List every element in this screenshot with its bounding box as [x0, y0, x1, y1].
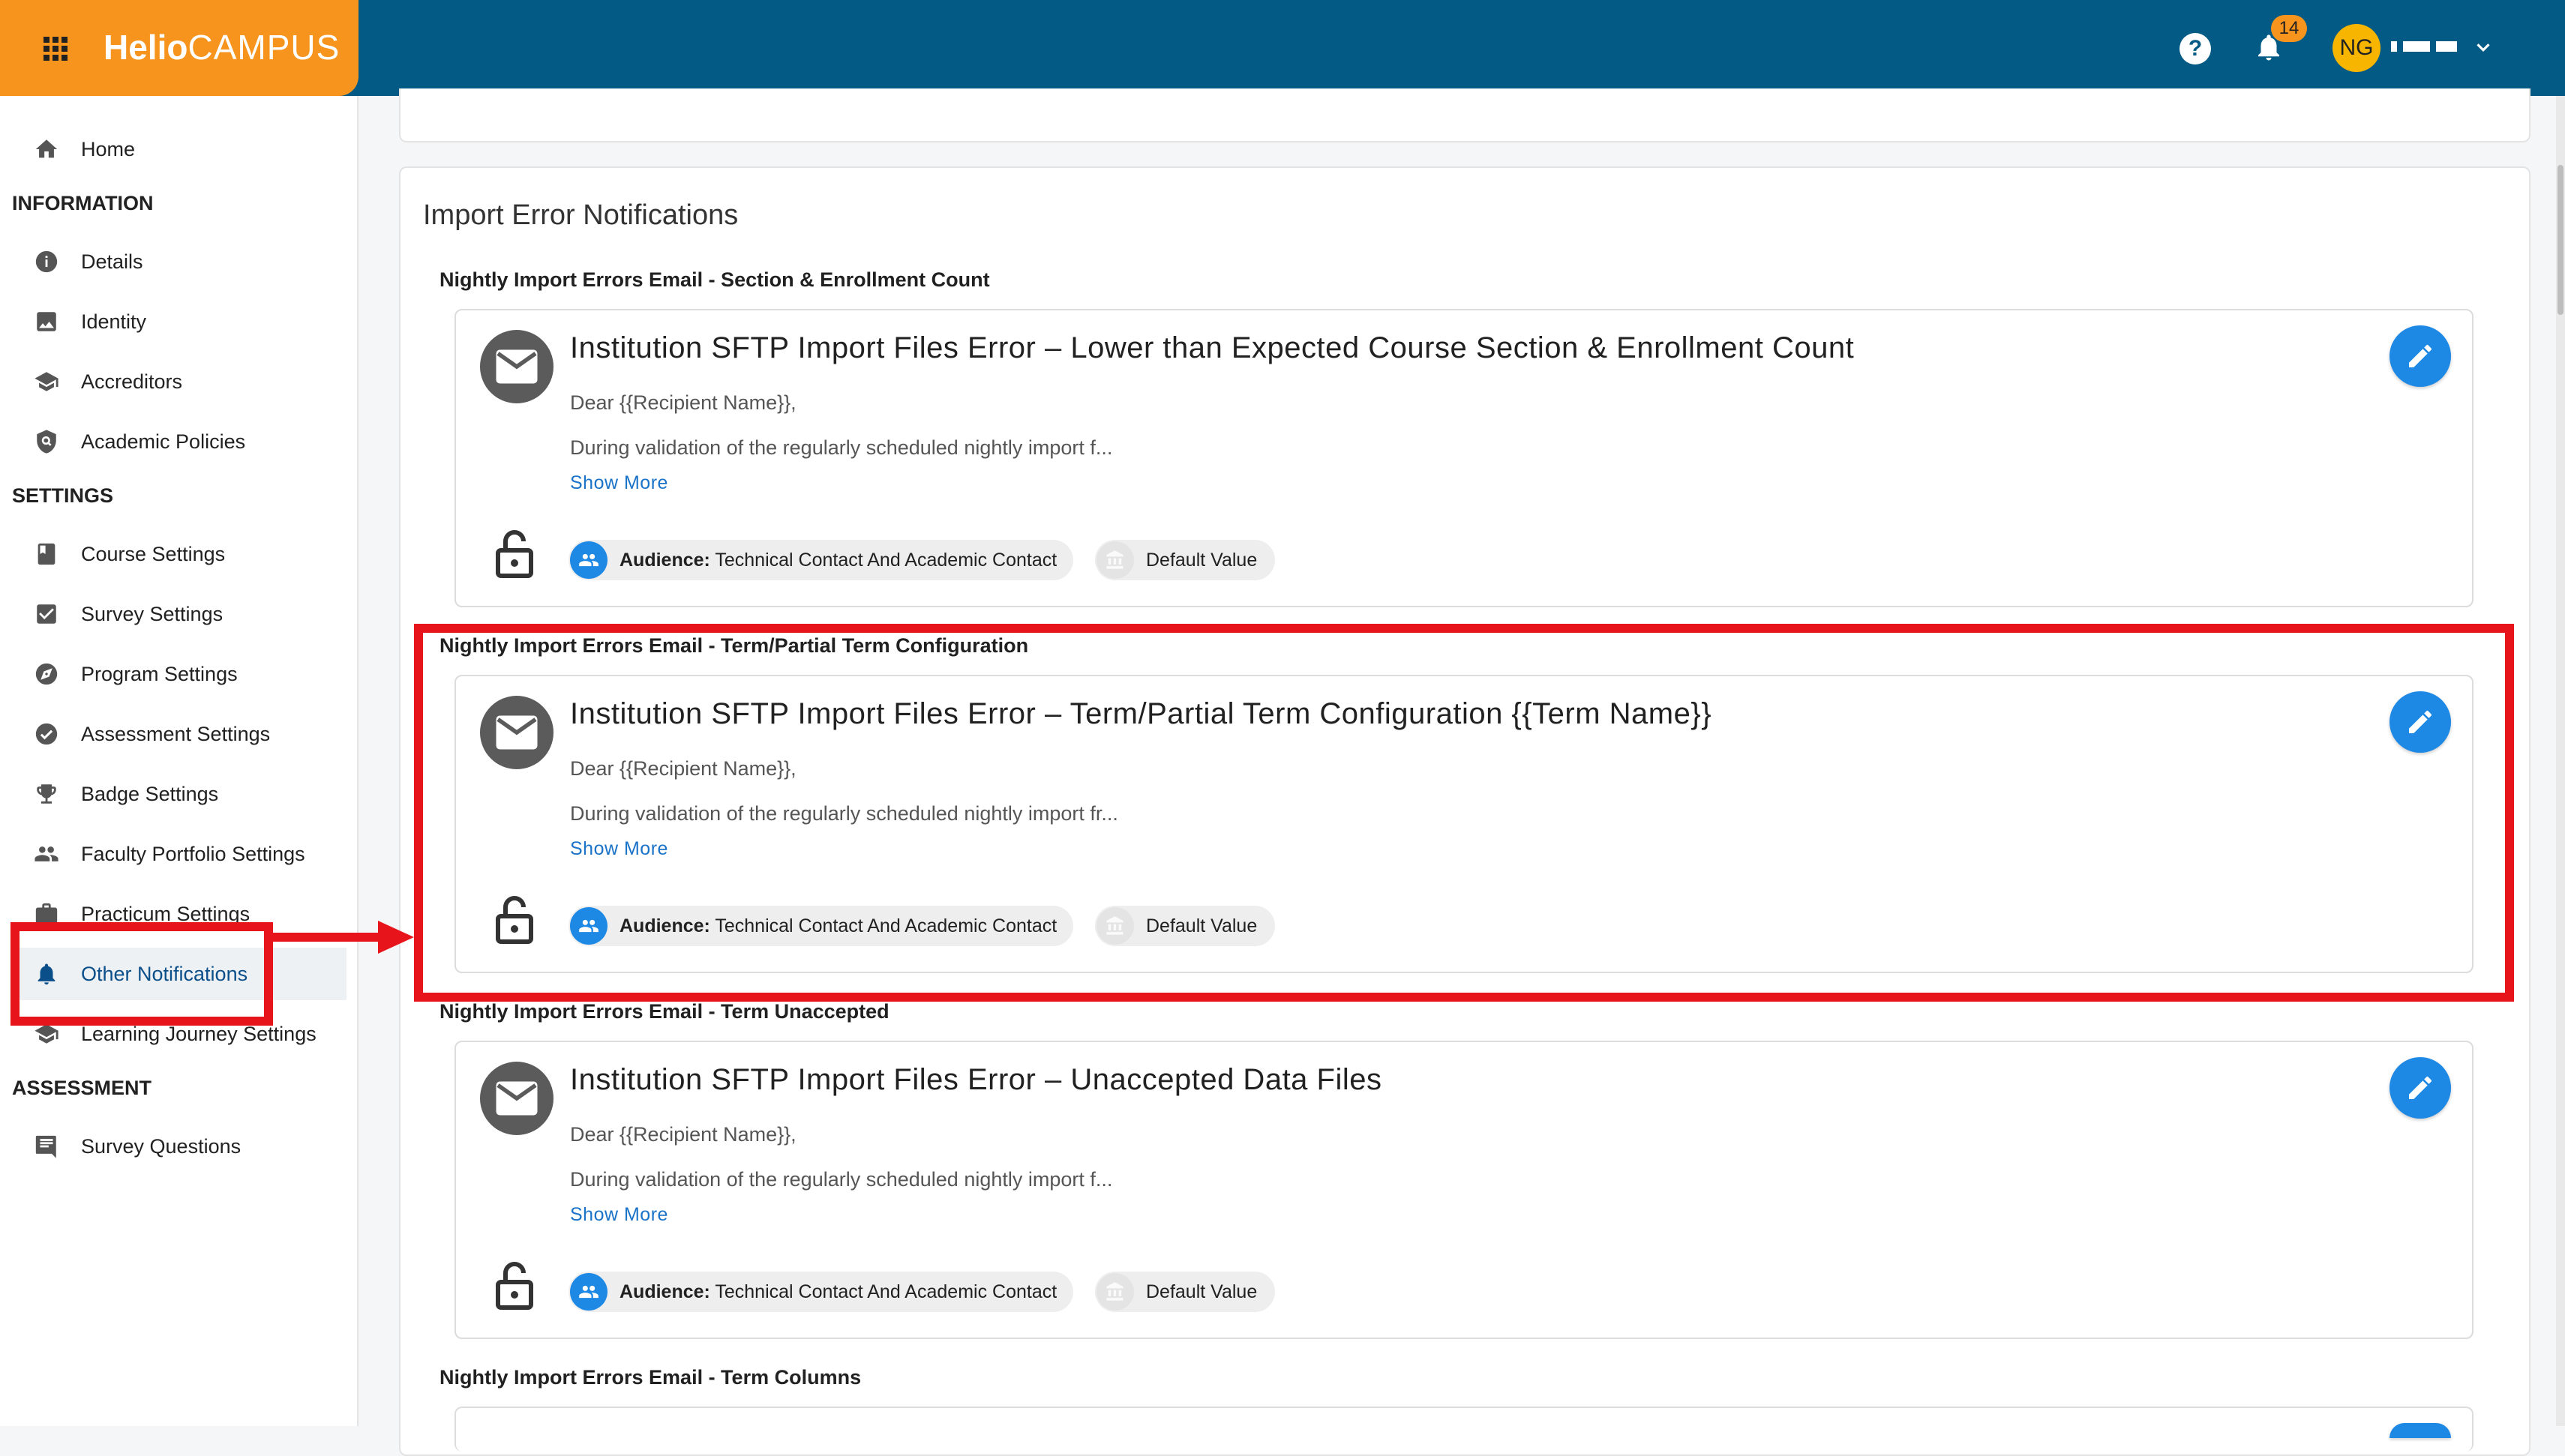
section-title: Import Error Notifications [423, 199, 739, 231]
email-icon [480, 330, 554, 403]
comment-icon [33, 1133, 60, 1160]
notification-title: Institution SFTP Import Files Error – Un… [570, 1063, 1382, 1096]
notification-card: Institution SFTP Import Files Error – Lo… [454, 309, 2474, 607]
sidebar-heading-information: INFORMATION [12, 192, 154, 214]
people-icon [570, 541, 608, 579]
group-heading: Nightly Import Errors Email - Term Unacc… [440, 1000, 890, 1023]
audience-chip: Audience: Technical Contact And Academic… [568, 1272, 1074, 1312]
annotation-arrow [264, 921, 414, 954]
unlock-icon[interactable] [495, 528, 534, 579]
chevron-down-icon[interactable] [2472, 36, 2494, 58]
sidebar-heading-assessment: ASSESSMENT [12, 1077, 152, 1099]
notification-greeting: Dear {{Recipient Name}}, [570, 391, 796, 414]
check-circle-icon [33, 721, 60, 747]
policy-shield-icon [33, 428, 60, 455]
people-icon [570, 1273, 608, 1311]
annotation-highlight-box [10, 922, 273, 1026]
edit-button[interactable] [2390, 1057, 2451, 1119]
school-cap-icon [33, 368, 60, 395]
user-name-redacted[interactable] [2391, 37, 2463, 55]
sidebar-item-survey-questions[interactable]: Survey Questions [0, 1120, 358, 1173]
default-value-chip: Default Value [1095, 540, 1276, 580]
annotation-highlight-box [414, 624, 2514, 1002]
compass-icon [33, 661, 60, 688]
user-avatar[interactable]: NG [2332, 24, 2380, 72]
pencil-icon [2409, 1076, 2432, 1099]
top-app-bar: HelioCAMPUS ? 14 NG [0, 0, 2565, 96]
book-icon [33, 541, 60, 568]
sidebar-item-details[interactable]: Details [0, 235, 358, 288]
sidebar: Home INFORMATION Details Identity Accred… [0, 96, 358, 1426]
notification-preview: During validation of the regularly sched… [570, 436, 1113, 459]
sidebar-item-identity[interactable]: Identity [0, 295, 358, 348]
sidebar-item-accreditors[interactable]: Accreditors [0, 355, 358, 408]
apps-grid-icon[interactable] [44, 37, 68, 61]
checkbox-icon [33, 601, 60, 628]
image-icon [33, 308, 60, 335]
group-heading: Nightly Import Errors Email - Section & … [440, 268, 990, 291]
trophy-icon [33, 780, 60, 807]
scrollbar-thumb[interactable] [2558, 165, 2564, 315]
pencil-icon [2409, 344, 2432, 367]
people-icon [33, 840, 60, 867]
institution-icon [1096, 541, 1134, 579]
email-icon [480, 1062, 554, 1135]
notification-card: Institution SFTP Import Files Error – Un… [454, 1041, 2474, 1339]
group-heading: Nightly Import Errors Email - Term Colum… [440, 1366, 862, 1389]
unlock-icon[interactable] [495, 1260, 534, 1311]
edit-button[interactable] [2390, 325, 2451, 387]
notification-card [454, 1407, 2474, 1452]
sidebar-item-program-settings[interactable]: Program Settings [0, 648, 358, 700]
default-value-chip: Default Value [1095, 1272, 1276, 1312]
info-icon [33, 248, 60, 275]
notification-preview: During validation of the regularly sched… [570, 1168, 1113, 1191]
notification-title: Institution SFTP Import Files Error – Lo… [570, 331, 1855, 364]
show-more-link[interactable]: Show More [570, 472, 668, 494]
home-icon [33, 136, 60, 163]
brand-area: HelioCAMPUS [0, 0, 358, 96]
institution-icon [1096, 1273, 1134, 1311]
sidebar-item-academic-policies[interactable]: Academic Policies [0, 415, 358, 468]
notification-greeting: Dear {{Recipient Name}}, [570, 1123, 796, 1146]
sidebar-item-course-settings[interactable]: Course Settings [0, 528, 358, 580]
sidebar-item-faculty-portfolio-settings[interactable]: Faculty Portfolio Settings [0, 828, 358, 880]
edit-button[interactable] [2390, 1423, 2451, 1438]
notification-count-badge: 14 [2271, 15, 2307, 42]
sidebar-item-badge-settings[interactable]: Badge Settings [0, 768, 358, 820]
show-more-link[interactable]: Show More [570, 1204, 668, 1226]
sidebar-heading-settings: SETTINGS [12, 484, 114, 507]
help-icon[interactable]: ? [2180, 33, 2211, 64]
audience-chip: Audience: Technical Contact And Academic… [568, 540, 1074, 580]
sidebar-item-home[interactable]: Home [0, 123, 358, 175]
previous-card [399, 88, 2530, 142]
app-logo[interactable]: HelioCAMPUS [104, 27, 340, 67]
sidebar-item-survey-settings[interactable]: Survey Settings [0, 588, 358, 640]
sidebar-item-assessment-settings[interactable]: Assessment Settings [0, 708, 358, 760]
